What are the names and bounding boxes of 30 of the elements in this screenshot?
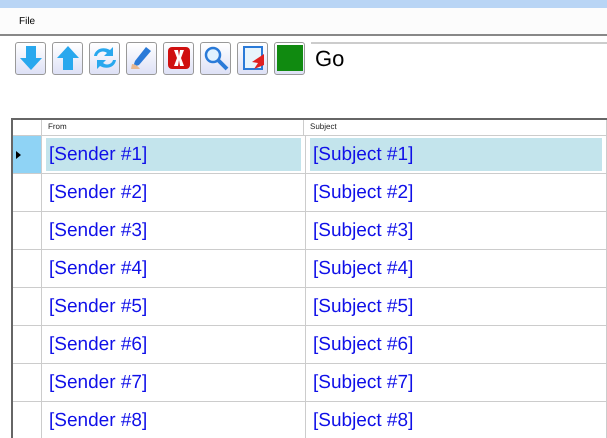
table-cell-text: [Sender #5] xyxy=(48,294,148,318)
table-cell-text: [Subject #6] xyxy=(312,332,414,356)
table-cell-text: [Sender #7] xyxy=(48,370,148,394)
square-icon xyxy=(276,44,304,72)
table-cell-text: [Sender #8] xyxy=(48,408,148,432)
toolbar-button[interactable] xyxy=(274,42,305,74)
toolbar-button[interactable] xyxy=(237,42,268,74)
table-cell-text: [Subject #2] xyxy=(312,180,414,204)
table-cell-text: [Sender #6] xyxy=(48,332,148,356)
row-header[interactable] xyxy=(13,136,42,173)
column-header[interactable]: From xyxy=(42,120,304,135)
table-cell-text: [Sender #3] xyxy=(48,218,148,242)
menu-item[interactable]: File xyxy=(19,16,36,26)
toolbar-button[interactable] xyxy=(89,42,120,74)
toolbar-button[interactable] xyxy=(52,42,83,74)
toolbar-button[interactable] xyxy=(126,42,157,74)
table-cell-text: [Sender #2] xyxy=(48,180,148,204)
table-cell: [Sender #1] xyxy=(46,138,301,171)
table-cell-text: [Subject #5] xyxy=(312,294,414,318)
toolbar-button[interactable] xyxy=(15,42,46,74)
table-cell: [Subject #1] xyxy=(310,138,602,171)
table-cell-text: [Subject #7] xyxy=(312,370,414,394)
toolbar-button[interactable] xyxy=(200,42,231,74)
toolbar-button[interactable] xyxy=(163,42,194,74)
table-cell-text: [Sender #4] xyxy=(48,256,148,280)
table-cell-text: [Subject #8] xyxy=(312,408,414,432)
table-cell-text: [Subject #4] xyxy=(312,256,414,280)
column-header[interactable]: Subject xyxy=(304,120,607,135)
current-row-icon xyxy=(16,150,22,158)
table-cell-text: [Subject #3] xyxy=(312,218,414,242)
